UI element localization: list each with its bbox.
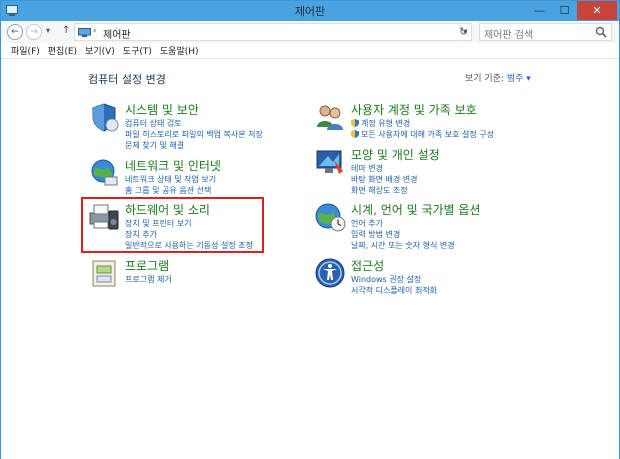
category-programs: 프로그램 프로그램 제거 (88, 257, 288, 289)
maximize-button[interactable]: ☐ (552, 1, 577, 20)
up-arrow-icon[interactable]: ↑ (62, 25, 70, 36)
view-by-dropdown[interactable]: 범주 ▾ (507, 74, 531, 84)
link-change-account-type[interactable]: 계정 유형 변경 (351, 118, 410, 129)
page-title: 컴퓨터 설정 변경 (88, 73, 166, 86)
category-title-appearance[interactable]: 모양 및 개인 설정 (351, 146, 440, 163)
refresh-icon[interactable]: ↻ (459, 25, 468, 38)
link-family-safety-label: 모든 사용자에 대해 가족 보호 설정 구성 (361, 130, 495, 139)
menu-bar: 파일(F) 편집(E) 보기(V) 도구(T) 도움말(H) (1, 43, 619, 57)
breadcrumb[interactable]: 제어판 (103, 26, 131, 41)
address-bar[interactable]: › 제어판 ▾ (74, 23, 472, 41)
close-icon: ✕ (592, 4, 602, 17)
close-button[interactable]: ✕ (577, 1, 617, 20)
users-icon[interactable] (314, 101, 346, 133)
link-change-input-method[interactable]: 입력 방법 변경 (351, 229, 400, 240)
category-system-security: 시스템 및 보안 컴퓨터 상태 검토 파일 히스토리로 파일의 백업 복사본 저… (88, 101, 288, 153)
view-by-control: 보기 기준: 범주 ▾ (465, 71, 531, 84)
search-placeholder: 제어판 검색 (484, 30, 534, 41)
category-clock-language-region: 시계, 언어 및 국가별 옵션 언어 추가 입력 방법 변경 날짜, 시간 또는… (314, 201, 544, 253)
link-add-language[interactable]: 언어 추가 (351, 218, 383, 229)
uac-shield-icon (351, 130, 359, 138)
link-desktop-background[interactable]: 바탕 화면 배경 변경 (351, 174, 418, 185)
back-arrow-icon: ← (11, 27, 19, 37)
category-title-system-security[interactable]: 시스템 및 보안 (125, 101, 199, 118)
highlight-box-hardware-sound (81, 197, 264, 253)
network-globe-icon[interactable] (88, 157, 120, 189)
control-panel-icon (78, 28, 91, 37)
forward-arrow-icon: → (30, 27, 38, 37)
minimize-button[interactable]: — (527, 1, 552, 20)
address-row: ← → ▾ ↑ › 제어판 ▾ ↻ 제어판 검색 (1, 21, 619, 43)
search-icon[interactable] (595, 26, 607, 38)
uac-shield-icon (351, 119, 359, 127)
title-bar[interactable]: 제어판 — ☐ ✕ (1, 1, 619, 21)
link-screen-resolution[interactable]: 화면 해상도 조정 (351, 185, 408, 196)
link-homegroup-sharing[interactable]: 홈 그룹 및 공유 옵션 선택 (125, 185, 211, 196)
main-content: 컴퓨터 설정 변경 보기 기준: 범주 ▾ 시스템 및 보안 컴퓨터 상태 검토… (1, 59, 619, 459)
menu-edit[interactable]: 편집(E) (48, 44, 77, 57)
appearance-display-icon[interactable] (314, 146, 346, 178)
link-troubleshoot[interactable]: 문제 찾기 및 해결 (125, 140, 184, 151)
menu-help[interactable]: 도움말(H) (160, 44, 199, 57)
link-windows-recommended-settings[interactable]: Windows 권장 설정 (351, 274, 421, 285)
window-controls: — ☐ ✕ (527, 1, 617, 20)
link-file-history-backup[interactable]: 파일 히스토리로 파일의 백업 복사본 저장 (125, 129, 263, 140)
system-security-shield-icon[interactable] (88, 101, 120, 133)
search-input[interactable]: 제어판 검색 (479, 23, 612, 41)
back-button[interactable]: ← (7, 24, 23, 40)
link-change-theme[interactable]: 테마 변경 (351, 163, 383, 174)
breadcrumb-chevron-icon[interactable]: › (93, 26, 97, 36)
category-title-programs[interactable]: 프로그램 (125, 257, 169, 274)
forward-button[interactable]: → (26, 24, 42, 40)
control-panel-window: 제어판 — ☐ ✕ ← → ▾ ↑ › 제어판 ▾ ↻ 제어판 검색 파일(F)… (0, 0, 620, 459)
menu-tools[interactable]: 도구(T) (123, 44, 152, 57)
category-title-network-internet[interactable]: 네트워크 및 인터넷 (125, 157, 221, 174)
menu-view[interactable]: 보기(V) (85, 44, 115, 57)
minimize-icon: — (534, 4, 545, 17)
link-optimize-visual-display[interactable]: 시각적 디스플레이 최적화 (351, 285, 437, 296)
recent-locations-chevron-icon[interactable]: ▾ (46, 26, 50, 35)
clock-globe-icon[interactable] (314, 201, 346, 233)
link-review-computer-status[interactable]: 컴퓨터 상태 검토 (125, 118, 182, 129)
category-ease-of-access: 접근성 Windows 권장 설정 시각적 디스플레이 최적화 (314, 257, 514, 297)
view-by-label: 보기 기준: (465, 74, 505, 84)
maximize-icon: ☐ (559, 4, 570, 17)
category-title-clock-language-region[interactable]: 시계, 언어 및 국가별 옵션 (351, 201, 480, 218)
programs-icon[interactable] (88, 257, 120, 289)
link-network-status[interactable]: 네트워크 상태 및 작업 보기 (125, 174, 216, 185)
category-appearance: 모양 및 개인 설정 테마 변경 바탕 화면 배경 변경 화면 해상도 조정 (314, 146, 514, 198)
link-uninstall-program[interactable]: 프로그램 제거 (125, 274, 172, 285)
category-title-user-accounts[interactable]: 사용자 계정 및 가족 보호 (351, 101, 477, 118)
link-change-account-type-label: 계정 유형 변경 (361, 119, 411, 128)
link-date-time-number-format[interactable]: 날짜, 시간 또는 숫자 형식 변경 (351, 240, 455, 251)
category-title-ease-of-access[interactable]: 접근성 (351, 257, 384, 274)
category-user-accounts: 사용자 계정 및 가족 보호 계정 유형 변경 모든 사용자에 대해 가족 보호… (314, 101, 544, 141)
category-network-internet: 네트워크 및 인터넷 네트워크 상태 및 작업 보기 홈 그룹 및 공유 옵션 … (88, 157, 288, 197)
link-family-safety[interactable]: 모든 사용자에 대해 가족 보호 설정 구성 (351, 129, 494, 140)
ease-of-access-icon[interactable] (314, 257, 346, 289)
menu-file[interactable]: 파일(F) (11, 44, 40, 57)
